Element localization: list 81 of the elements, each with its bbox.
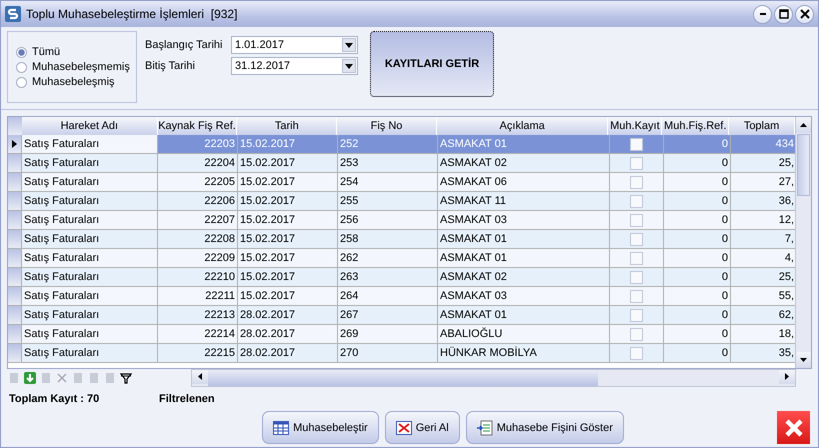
toolbar-icon[interactable] — [55, 370, 69, 384]
checkbox[interactable] — [630, 176, 643, 188]
radio-option[interactable]: Muhasebeleşmiş — [16, 76, 136, 88]
cancel-icon — [396, 420, 412, 434]
column-header[interactable]: Muh.Fiş.Ref. — [662, 117, 730, 135]
action-button[interactable]: Geri Al — [384, 411, 460, 444]
dropdown-arrow-icon — [345, 42, 353, 48]
checkbox[interactable] — [630, 194, 643, 208]
table-cell: 0 — [664, 135, 731, 154]
radio-label: Muhasebeleşmiş — [32, 76, 115, 88]
action-button[interactable]: Muhasebe Fişini Göster — [466, 411, 624, 444]
scroll-right-icon[interactable] — [785, 373, 789, 380]
table-cell: 270 — [338, 344, 438, 363]
table-cell: HÜNKAR MOBİLYA — [438, 344, 610, 363]
toolbar-icon[interactable] — [87, 370, 101, 384]
radio-option[interactable]: Muhasebeleşmemiş — [16, 61, 136, 73]
vertical-scrollbar[interactable] — [795, 117, 811, 368]
action-button[interactable]: Muhasebeleştir — [262, 411, 379, 444]
table-cell: 28.02.2017 — [238, 344, 338, 363]
column-header[interactable]: Toplam — [729, 117, 795, 135]
checkbox[interactable] — [630, 214, 643, 226]
table-cell: 252 — [338, 135, 438, 154]
table-cell: Satış Faturaları — [22, 344, 158, 363]
checkbox[interactable] — [630, 270, 643, 284]
dropdown-arrow-icon — [345, 64, 353, 68]
exit-button[interactable] — [777, 411, 810, 444]
minimize-button[interactable] — [753, 4, 772, 24]
column-header[interactable]: Açıklama — [436, 117, 608, 135]
close-icon — [800, 9, 810, 19]
table-icon — [273, 420, 290, 434]
scroll-down-icon[interactable] — [800, 358, 807, 362]
date-field[interactable]: 31.12.2017 — [231, 57, 358, 75]
column-header[interactable]: Kaynak Fiş Ref. — [158, 117, 238, 135]
checkbox[interactable] — [630, 252, 643, 264]
table-cell: 434 — [731, 135, 795, 154]
radio-label: Muhasebeleşmemiş — [32, 61, 130, 73]
maximize-button[interactable] — [774, 4, 793, 24]
column-header[interactable]: Hareket Adı — [22, 117, 158, 135]
fetch-records-button[interactable]: KAYITLARI GETİR — [370, 31, 494, 97]
scroll-up-icon[interactable] — [800, 123, 807, 127]
table-cell: 15.02.2017 — [238, 135, 338, 154]
checkbox[interactable] — [630, 138, 643, 150]
filter-icon[interactable] — [119, 370, 133, 384]
window-title: Toplu Muhasebeleştirme İşlemleri [932] — [26, 7, 238, 21]
minimize-icon — [760, 13, 766, 15]
column-header[interactable]: Tarih — [237, 117, 338, 135]
table-cell: 22203 — [158, 135, 238, 154]
table-cell: ASMAKAT 01 — [438, 135, 610, 154]
date-field[interactable]: 1.01.2017 — [231, 36, 358, 54]
radio-button[interactable] — [16, 62, 27, 72]
date-label: Başlangıç Tarihi — [145, 39, 224, 51]
header-corner — [8, 117, 22, 135]
maximize-icon — [778, 9, 788, 19]
radio-option[interactable]: Tümü — [16, 46, 136, 58]
arrow-down-icon[interactable] — [23, 370, 37, 384]
checkbox[interactable] — [630, 290, 643, 302]
close-icon — [784, 418, 804, 438]
checkbox[interactable] — [630, 328, 643, 340]
column-header[interactable]: Muh.Kayıt — [608, 117, 662, 135]
scroll-thumb[interactable] — [797, 134, 810, 196]
checkbox[interactable] — [630, 156, 643, 170]
table-cell: 0 — [664, 344, 731, 363]
scroll-thumb[interactable] — [208, 370, 598, 386]
record-count: Toplam Kayıt : 70 — [9, 393, 100, 407]
horizontal-scrollbar[interactable] — [191, 368, 796, 386]
table-cell: 22215 — [158, 344, 238, 363]
checkbox[interactable] — [630, 232, 643, 246]
app-logo-icon — [5, 6, 21, 22]
toolbar-icon[interactable] — [71, 370, 85, 384]
column-header[interactable]: Fiş No — [337, 117, 437, 135]
row-indicator[interactable] — [8, 135, 22, 154]
radio-button[interactable] — [16, 76, 27, 88]
filter-status: Filtrelenen — [159, 393, 215, 407]
checkbox[interactable] — [630, 346, 643, 360]
checkbox[interactable] — [630, 308, 643, 322]
date-label: Bitiş Tarihi — [145, 60, 196, 72]
document-icon — [476, 420, 493, 436]
radio-label: Tümü — [32, 46, 60, 58]
close-button[interactable] — [795, 4, 814, 24]
radio-button[interactable] — [16, 46, 27, 58]
scroll-left-icon[interactable] — [198, 373, 202, 380]
